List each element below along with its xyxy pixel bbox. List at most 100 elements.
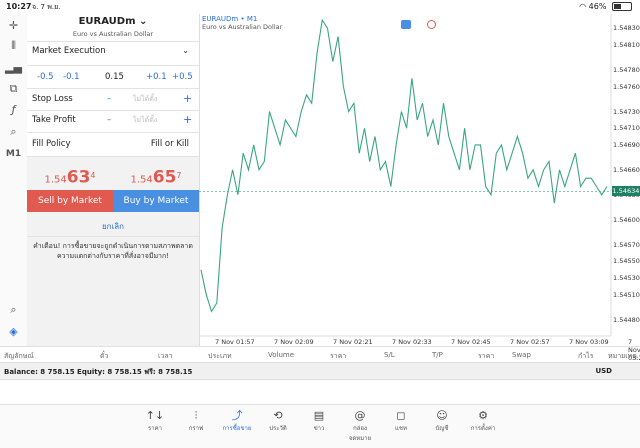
y-tick-label: 1.54730 — [613, 107, 640, 116]
objects-icon[interactable]: ⌕ — [4, 124, 23, 140]
volume-plus-0.1[interactable]: +0.1 — [146, 72, 167, 82]
x-tick-label: 7 Nov 02:57 — [510, 338, 550, 346]
buy-by-market-button[interactable]: Buy by Market — [113, 190, 199, 212]
crosshair-icon[interactable]: ✛ — [4, 18, 23, 34]
tab-chat[interactable]: ◻ แชท — [384, 409, 418, 433]
y-tick-label: 1.54480 — [613, 315, 640, 324]
status-date: จ. 7 พ.ย. — [32, 3, 61, 11]
chevron-down-icon: ⌄ — [139, 16, 148, 27]
price-series-line — [200, 18, 608, 313]
x-tick-label: 7 Nov 02:09 — [274, 338, 314, 346]
tab-history[interactable]: ⟲ ประวัติ — [261, 409, 295, 433]
x-tick-label: 7 Nov 03:09 — [569, 338, 609, 346]
volume-minus-0.5[interactable]: -0.5 — [37, 72, 54, 82]
status-time: 10:27 — [6, 2, 32, 11]
y-tick-label: 1.54530 — [613, 274, 640, 283]
y-tick-label: 1.54660 — [613, 165, 640, 174]
stop-loss-plus[interactable]: + — [183, 92, 192, 105]
balance-bar: Balance: 8 758.15 Equity: 8 758.15 ฟรี: … — [0, 362, 640, 380]
col-ticket: ตั๋ว — [100, 352, 109, 360]
y-tick-label: 1.54830 — [613, 24, 640, 33]
chart-symbol-desc: Euro vs Australian Dollar — [202, 23, 283, 31]
timeframe-m1[interactable]: M1 — [4, 146, 23, 162]
tab-mailbox[interactable]: @ กล่องจดหมาย — [343, 409, 377, 443]
col-time: เวลา — [158, 352, 173, 360]
sell-by-market-button[interactable]: Sell by Market — [27, 190, 113, 212]
y-tick-label: 1.54710 — [613, 124, 640, 133]
chat-icon: ◻ — [396, 409, 406, 422]
x-tick-label: 7 Nov 01:57 — [215, 338, 255, 346]
y-tick-label: 1.54690 — [613, 140, 640, 149]
order-panel: EURAUDm ⌄ Euro vs Australian Dollar Mark… — [27, 14, 200, 346]
chart-canvas[interactable] — [199, 14, 640, 346]
chart-icon: ⫶ — [194, 409, 198, 422]
take-profit-input[interactable]: ไม่ได้ตั้ง — [133, 115, 157, 126]
x-tick-label: 7 Nov 02:45 — [451, 338, 491, 346]
col-volume: Volume — [268, 351, 295, 359]
zoom-icon[interactable]: ⌕ — [4, 302, 23, 318]
volume-input[interactable]: 0.15 — [105, 72, 124, 82]
y-tick-label: 1.54570 — [613, 240, 640, 249]
ask-price: 1.54657 — [130, 167, 182, 188]
indicators-icon[interactable]: ▂▄ — [4, 60, 23, 76]
bid-price: 1.54634 — [44, 167, 96, 188]
col-current-price: ราคา — [478, 352, 495, 360]
col-profit: กำไร — [578, 352, 594, 360]
tab-news[interactable]: ▤ ข่าว — [302, 409, 336, 433]
y-tick-label: 1.54760 — [613, 82, 640, 91]
status-right: ◠ 46% — [579, 2, 632, 11]
y-tick-label: 1.54780 — [613, 65, 640, 74]
col-symbol: สัญลักษณ์ — [4, 352, 34, 360]
bar-chart-type-icon[interactable]: ⫴ — [4, 38, 23, 54]
col-swap: Swap — [512, 351, 531, 359]
one-click-icon[interactable]: ◈ — [4, 324, 23, 340]
quotes-icon: ↑↓ — [145, 409, 165, 422]
tab-trade[interactable]: ⤴ การซื้อขาย — [220, 409, 254, 433]
volume-plus-0.5[interactable]: +0.5 — [172, 72, 193, 82]
x-tick-label: 7 Nov 02:21 — [333, 338, 373, 346]
col-price: ราคา — [330, 352, 347, 360]
account-currency: USD — [595, 367, 612, 375]
chart-toolbar: ✛ ⫴ ▂▄ ⧉ ƒ ⌕ M1 ⌕ ◈ — [0, 14, 28, 346]
volume-stepper: -0.5 -0.1 0.15 +0.1 +0.5 — [27, 72, 199, 84]
current-price-tag: 1.54634 — [612, 186, 640, 197]
take-profit-plus[interactable]: + — [183, 113, 192, 126]
chevron-down-icon: ⌄ — [182, 46, 189, 55]
mailbox-icon: @ — [354, 409, 366, 422]
buy-quick-icon[interactable] — [427, 20, 436, 29]
stop-loss-minus[interactable]: – — [107, 94, 111, 104]
account-icon: ☺ — [436, 409, 448, 422]
take-profit-minus[interactable]: – — [107, 115, 111, 125]
y-tick-label: 1.54550 — [613, 257, 640, 266]
col-comment: หมายเหตุ — [608, 352, 637, 360]
positions-table-header: สัญลักษณ์ ตั๋ว เวลา ประเภท Volume ราคา S… — [0, 346, 640, 362]
chart-title: EURAUDm • M1 — [202, 15, 258, 23]
status-bar: 10:27 จ. 7 พ.ย. ◠ 46% — [0, 0, 640, 14]
col-type: ประเภท — [208, 352, 232, 360]
y-tick-label: 1.54510 — [613, 290, 640, 299]
history-icon: ⟲ — [273, 409, 283, 422]
tab-chart[interactable]: ⫶ กราฟ — [179, 409, 213, 433]
tab-settings[interactable]: ⚙ การตั้งค่า — [466, 409, 500, 433]
cancel-button[interactable]: ยกเลิก — [27, 220, 199, 233]
symbol-description: Euro vs Australian Dollar — [72, 30, 154, 38]
battery-percent: 46% — [588, 2, 607, 11]
wifi-icon: ◠ — [579, 2, 587, 11]
settings-icon: ⚙ — [478, 409, 488, 422]
stop-loss-input[interactable]: ไม่ได้ตั้ง — [133, 94, 157, 105]
tab-quotes[interactable]: ↑↓ ราคา — [138, 409, 172, 433]
settings-sliders-icon[interactable]: ⧉ — [4, 81, 23, 97]
execution-warning: คำเตือน! การซื้อขายจะถูกดำเนินการตามสภาพ… — [33, 242, 193, 260]
volume-minus-0.1[interactable]: -0.1 — [63, 72, 80, 82]
bottom-tab-bar: ↑↓ ราคา ⫶ กราฟ ⤴ การซื้อขาย ⟲ ประวัติ ▤ ข่าว … — [0, 404, 640, 448]
col-tp: T/P — [432, 351, 443, 359]
x-tick-label: 7 Nov 02:33 — [392, 338, 432, 346]
news-icon: ▤ — [313, 409, 325, 422]
tab-account[interactable]: ☺ บัญชี — [425, 409, 459, 433]
battery-icon — [612, 2, 632, 11]
price-chart[interactable]: EURAUDm • M1 Euro vs Australian Dollar 1… — [199, 14, 640, 362]
balance-summary: Balance: 8 758.15 Equity: 8 758.15 ฟรี: … — [4, 368, 193, 376]
function-icon[interactable]: ƒ — [4, 102, 23, 118]
sell-quick-icon[interactable] — [401, 20, 411, 29]
symbol-selector[interactable]: EURAUDm ⌄ — [27, 16, 199, 27]
